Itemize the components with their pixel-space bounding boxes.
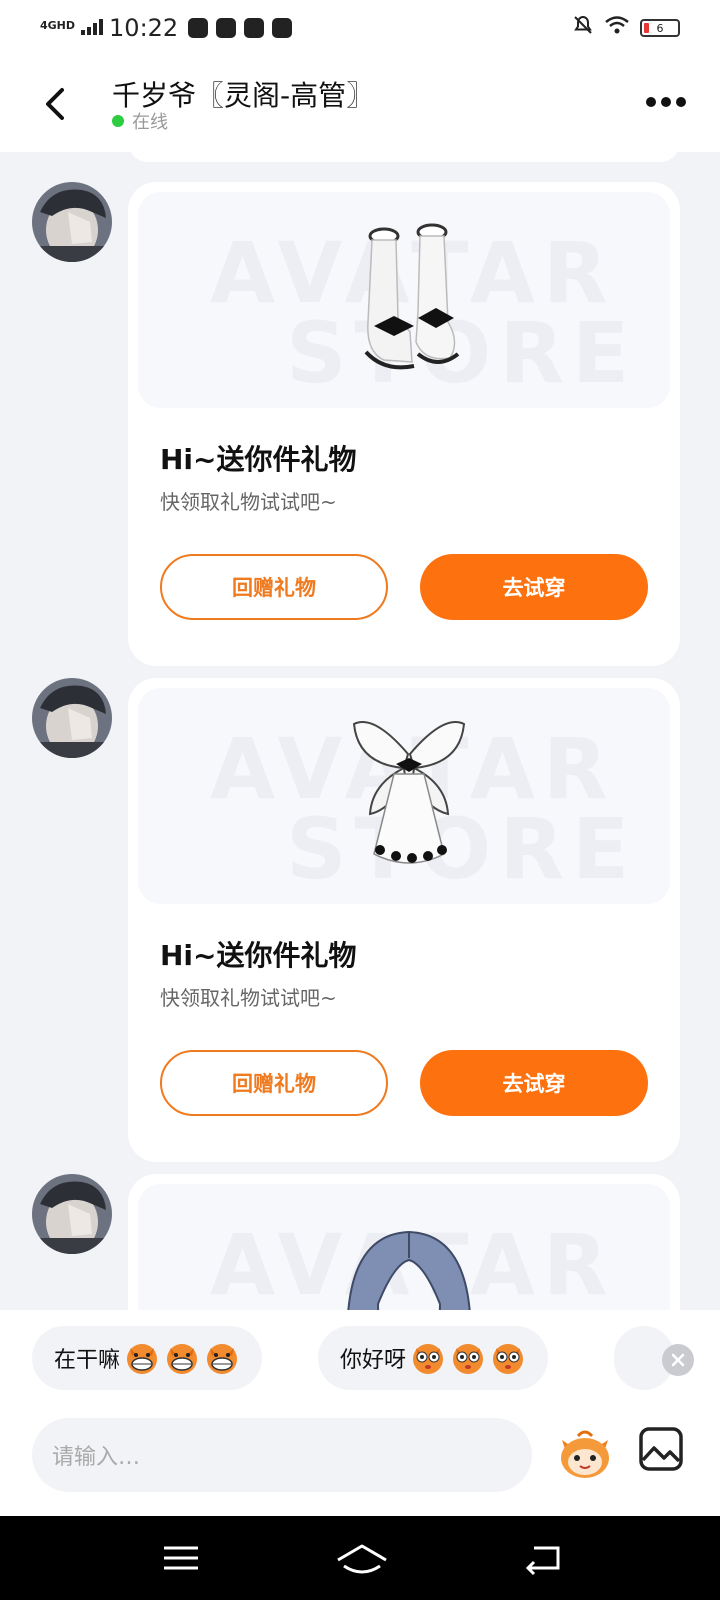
system-navigation-bar — [0, 1516, 720, 1600]
back-arrow-icon — [525, 1546, 560, 1576]
image-button[interactable] — [638, 1426, 684, 1472]
squirrel-sticker-icon — [561, 1430, 609, 1478]
avatar[interactable] — [32, 678, 112, 758]
gift-card: AVATAR STORE Hi~送你件礼物 快领取礼物试试吧~ 回赠礼物 去试穿 — [128, 182, 680, 666]
gift-card: AVATAR STORE Hi~送你件礼物 快领取礼物试试吧~ 回赠礼物 去试穿 — [128, 678, 680, 1162]
try-on-button[interactable]: 去试穿 — [420, 1050, 648, 1116]
quick-reply-chip[interactable]: 在干嘛 — [32, 1326, 263, 1390]
grinning-squirrel-icon — [207, 1344, 238, 1374]
grinning-squirrel-icon — [167, 1344, 198, 1374]
more-dot-icon — [661, 97, 671, 107]
gift-preview[interactable]: AVATAR STORE — [138, 192, 670, 408]
mail-icon — [244, 18, 265, 38]
hair-gift-image — [347, 1230, 471, 1310]
sticker-button[interactable] — [554, 1422, 616, 1484]
tiktok-icon — [216, 18, 237, 38]
message-input-bar: 请输入… — [0, 1406, 720, 1516]
app-notification-icon — [188, 18, 209, 38]
signal-icon — [81, 16, 104, 41]
image-icon — [639, 1427, 683, 1471]
wifi-icon — [604, 15, 630, 41]
try-on-button[interactable]: 去试穿 — [420, 554, 648, 620]
video-icon — [272, 18, 293, 38]
more-dot-icon — [646, 97, 656, 107]
chat-area[interactable]: AVATAR STORE Hi~送你件礼物 快领取礼物试试吧~ 回赠礼物 去试穿 — [0, 152, 720, 1310]
avatar[interactable] — [32, 182, 112, 262]
battery-icon: 6 — [640, 19, 680, 37]
status-bar: 4GHD 10:22 6 — [0, 0, 720, 56]
return-gift-button[interactable]: 回赠礼物 — [160, 1050, 388, 1116]
online-status-label: 在线 — [132, 112, 168, 133]
more-dot-icon — [676, 97, 686, 107]
chevron-left-icon — [46, 88, 64, 120]
message-input[interactable]: 请输入… — [32, 1418, 532, 1492]
clock: 10:22 — [109, 14, 179, 42]
close-quick-replies-button[interactable] — [662, 1344, 694, 1376]
avatar-photo — [32, 678, 112, 758]
home-nav-button[interactable] — [332, 1536, 392, 1580]
dress-gift-image — [352, 721, 466, 864]
network-indicator: 4GHD — [40, 18, 76, 32]
gift-subtitle: 快领取礼物试试吧~ — [160, 986, 337, 1010]
gift-preview[interactable]: AVATAR STORE — [138, 688, 670, 904]
surprised-squirrel-icon — [493, 1344, 524, 1374]
surprised-squirrel-icon — [453, 1344, 484, 1374]
back-button[interactable] — [36, 80, 76, 128]
chat-header: 千岁爷〖灵阁-高管〗 在线 — [0, 56, 720, 152]
online-dot-icon — [112, 115, 124, 127]
quick-reply-bar: 在干嘛 你好呀 — [0, 1310, 720, 1406]
gift-title: Hi~送你件礼物 — [160, 443, 357, 476]
menu-icon — [164, 1546, 198, 1570]
close-icon — [671, 1353, 685, 1367]
surprised-squirrel-icon — [413, 1344, 444, 1374]
back-nav-button[interactable] — [520, 1536, 570, 1580]
quick-reply-text: 在干嘛 — [54, 1348, 121, 1373]
avatar-photo — [32, 182, 112, 262]
boots-gift-image — [364, 223, 460, 370]
home-icon — [337, 1544, 387, 1574]
grinning-squirrel-icon — [127, 1344, 158, 1374]
quick-reply-text: 你好呀 — [340, 1348, 407, 1373]
return-gift-button[interactable]: 回赠礼物 — [160, 554, 388, 620]
more-options-button[interactable] — [646, 92, 690, 112]
battery-level: 6 — [656, 21, 664, 35]
gift-title: Hi~送你件礼物 — [160, 939, 357, 972]
avatar-photo — [32, 1174, 112, 1254]
avatar[interactable] — [32, 1174, 112, 1254]
gift-card: AVATAR STORE — [128, 1174, 680, 1310]
gift-subtitle: 快领取礼物试试吧~ — [160, 490, 337, 514]
mute-bell-icon — [572, 14, 594, 42]
previous-message-card — [128, 152, 680, 162]
online-status: 在线 — [112, 108, 168, 134]
gift-preview[interactable]: AVATAR STORE — [138, 1184, 670, 1310]
quick-reply-chip[interactable]: 你好呀 — [318, 1326, 549, 1390]
menu-nav-button[interactable] — [156, 1536, 206, 1580]
